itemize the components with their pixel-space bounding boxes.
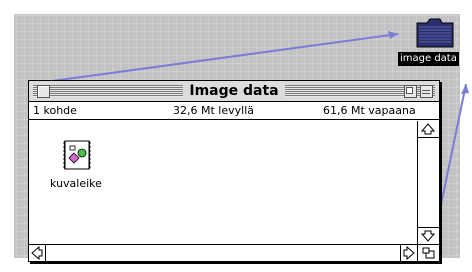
- file-item-kuvaleike[interactable]: kuvaleike: [41, 139, 105, 199]
- arrow-up-icon: [420, 123, 436, 135]
- desktop-folder-label: image data: [398, 52, 459, 66]
- clipping-file-icon: [63, 140, 91, 170]
- resize-icon: [422, 247, 435, 259]
- window-title-container: Image data: [29, 81, 439, 101]
- scroll-down-button[interactable]: [418, 227, 439, 244]
- collapse-box-button[interactable]: [420, 85, 433, 98]
- horizontal-scrollbar[interactable]: [29, 244, 417, 261]
- window-titlebar[interactable]: Image data: [29, 81, 439, 102]
- arrow-down-icon: [420, 230, 436, 242]
- window-title: Image data: [183, 83, 285, 99]
- resize-grow-box[interactable]: [417, 244, 439, 261]
- scroll-left-button[interactable]: [29, 245, 46, 261]
- screen-border-top: [0, 0, 472, 14]
- screen-border-left: [0, 0, 14, 272]
- scroll-right-button[interactable]: [400, 245, 417, 261]
- window-content: kuvaleike: [29, 121, 417, 244]
- desktop-folder-image-data[interactable]: image data: [398, 18, 464, 78]
- scroll-up-button[interactable]: [418, 121, 439, 138]
- disk-free: 61,6 Mt vapaana: [323, 104, 416, 117]
- file-name: kuvaleike: [50, 177, 102, 190]
- arrow-left-icon: [31, 245, 43, 261]
- arrow-right-icon: [403, 245, 415, 261]
- disk-used: 32,6 Mt levyllä: [173, 104, 254, 117]
- folder-icon: [416, 18, 454, 48]
- zoom-box-button[interactable]: [404, 85, 417, 98]
- item-count: 1 kohde: [33, 104, 77, 117]
- window-info-bar: 1 kohde 32,6 Mt levyllä 61,6 Mt vapaana: [29, 102, 439, 120]
- finder-window: Image data 1 kohde 32,6 Mt levyllä 61,6 …: [28, 80, 440, 262]
- vertical-scrollbar[interactable]: [417, 121, 439, 244]
